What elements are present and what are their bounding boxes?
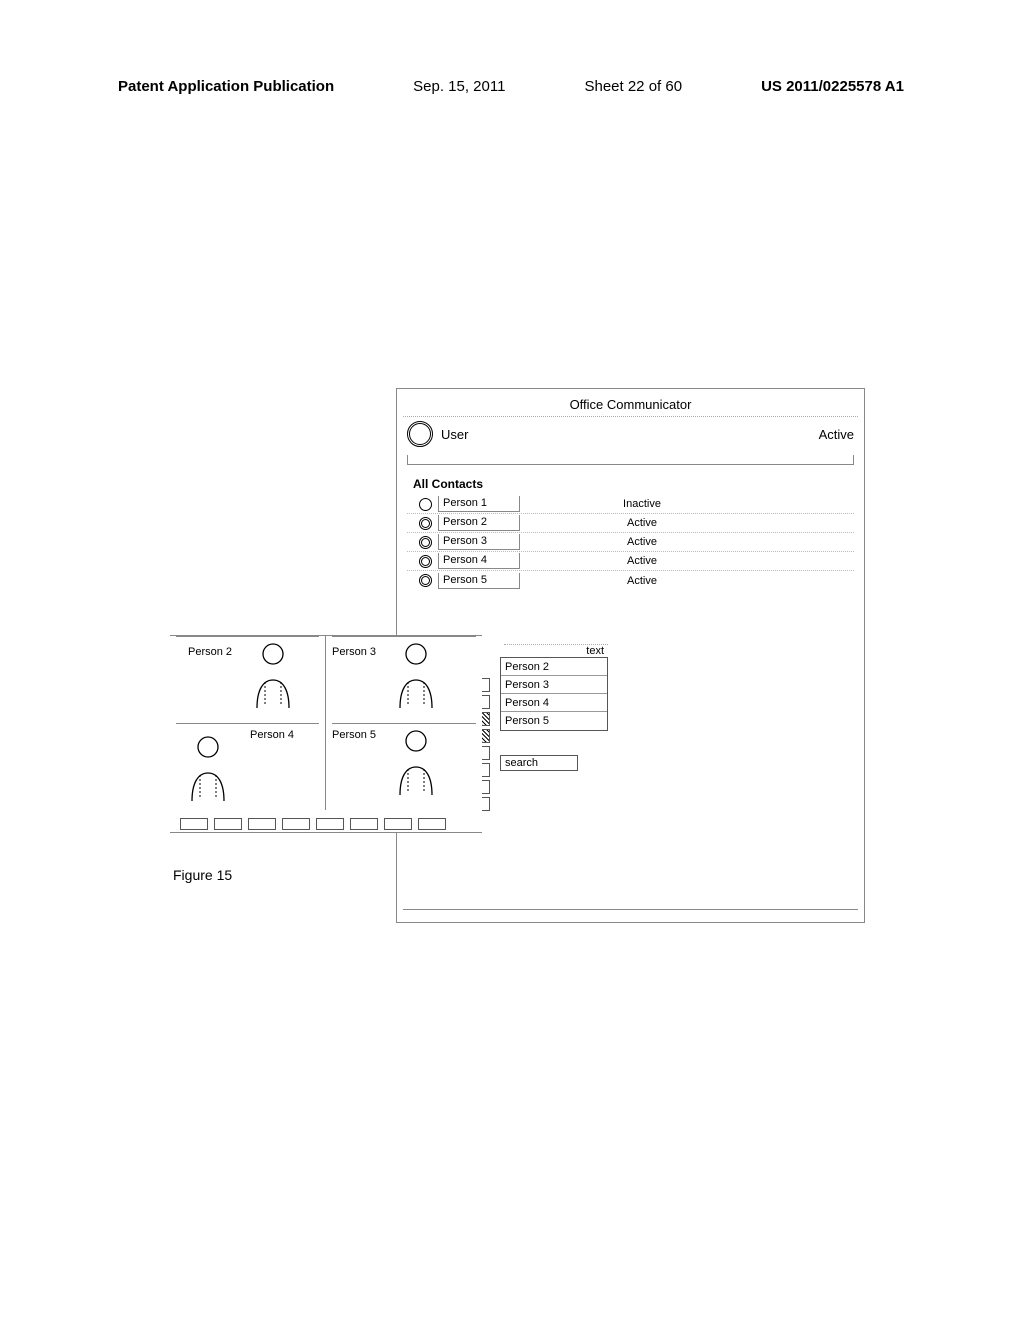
popup-item[interactable]: Person 3 [501, 676, 607, 694]
page-header: Patent Application Publication Sep. 15, … [118, 78, 904, 95]
user-status: Active [819, 427, 854, 442]
person-silhouette-icon [390, 727, 442, 797]
contact-status: Active [526, 575, 758, 587]
stack-tab[interactable] [282, 818, 310, 830]
contact-row[interactable]: Person 2 Active [407, 514, 854, 533]
stack-cell[interactable]: Person 3 [326, 636, 482, 723]
stack-label: Person 5 [332, 729, 376, 741]
publication-label: Patent Application Publication [118, 78, 334, 95]
stack-label: Person 3 [332, 646, 376, 658]
stack-tab[interactable] [350, 818, 378, 830]
stack-label: Person 4 [250, 729, 294, 741]
search-field-top[interactable] [407, 455, 854, 465]
person-silhouette-icon [182, 733, 234, 803]
contact-status: Active [526, 536, 758, 548]
contact-name: Person 1 [438, 496, 520, 512]
popup-panel: text Person 2 Person 3 Person 4 Person 5… [500, 644, 608, 771]
stack-cell[interactable]: Person 5 [326, 723, 482, 810]
stack-tab[interactable] [384, 818, 412, 830]
popup-item[interactable]: Person 5 [501, 712, 607, 730]
user-row: User Active [397, 417, 864, 453]
contact-status: Active [526, 517, 758, 529]
user-avatar-icon [407, 421, 433, 447]
popup-title: text [504, 644, 608, 657]
contact-name: Person 4 [438, 553, 520, 569]
stack-panel: Person 2 Person 3 Person 4 Person 5 [170, 635, 482, 833]
user-name: User [441, 427, 468, 442]
window-footer-line [403, 909, 858, 910]
contact-status: Active [526, 555, 758, 567]
stack-tab[interactable] [214, 818, 242, 830]
person-silhouette-icon [247, 640, 299, 710]
contacts-list: Person 1 Inactive Person 2 Active Person… [397, 495, 864, 590]
popup-search-field[interactable]: search [500, 755, 578, 771]
publication-date: Sep. 15, 2011 [413, 78, 505, 95]
contact-row[interactable]: Person 3 Active [407, 533, 854, 552]
contact-name: Person 2 [438, 515, 520, 531]
stack-cell[interactable]: Person 4 [170, 723, 326, 810]
status-dot-icon [419, 536, 432, 549]
status-dot-icon [419, 498, 432, 511]
stack-tab[interactable] [180, 818, 208, 830]
contacts-section-label: All Contacts [397, 473, 864, 495]
sheet-number: Sheet 22 of 60 [584, 78, 682, 95]
stack-tabs [180, 818, 446, 830]
status-dot-icon [419, 574, 432, 587]
contact-row[interactable]: Person 5 Active [407, 571, 854, 590]
stack-label: Person 2 [188, 646, 232, 658]
stack-tab[interactable] [248, 818, 276, 830]
publication-number: US 2011/0225578 A1 [761, 78, 904, 95]
window-title: Office Communicator [403, 391, 858, 417]
status-dot-icon [419, 517, 432, 530]
stack-tab[interactable] [316, 818, 344, 830]
stack-tab[interactable] [418, 818, 446, 830]
person-silhouette-icon [390, 640, 442, 710]
contact-row[interactable]: Person 4 Active [407, 552, 854, 571]
popup-item[interactable]: Person 2 [501, 658, 607, 676]
contact-row[interactable]: Person 1 Inactive [407, 495, 854, 514]
popup-item[interactable]: Person 4 [501, 694, 607, 712]
popup-list: Person 2 Person 3 Person 4 Person 5 [500, 657, 608, 731]
contact-name: Person 3 [438, 534, 520, 550]
contact-status: Inactive [526, 498, 758, 510]
stack-cell[interactable]: Person 2 [170, 636, 326, 723]
figure-label: Figure 15 [173, 867, 232, 883]
status-dot-icon [419, 555, 432, 568]
contact-name: Person 5 [438, 573, 520, 589]
